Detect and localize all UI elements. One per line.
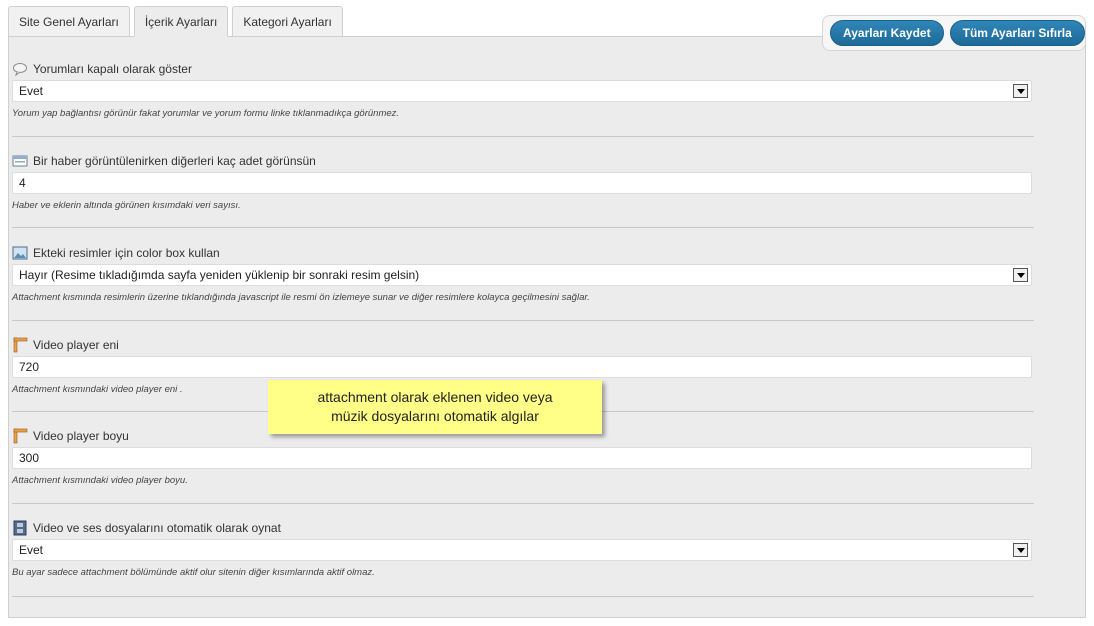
input-value: 4 [19, 176, 26, 190]
tab-site-general[interactable]: Site Genel Ayarları [8, 6, 130, 37]
sticky-note: attachment olarak eklenen video veya müz… [268, 380, 602, 434]
input-value: 720 [19, 360, 40, 374]
related-count-input[interactable]: 4 [12, 172, 1032, 194]
field-related-count: Bir haber görüntülenirken diğerleri kaç … [12, 152, 1032, 211]
select-value: Evet [19, 543, 44, 557]
chevron-down-icon[interactable] [1013, 84, 1028, 98]
select-value: Hayır (Resime tıkladığımda sayfa yeniden… [19, 268, 420, 282]
comments-closed-select[interactable]: Evet [12, 80, 1032, 102]
save-settings-button[interactable]: Ayarları Kaydet [830, 20, 944, 46]
colorbox-select[interactable]: Hayır (Resime tıkladığımda sayfa yeniden… [12, 264, 1032, 286]
chevron-down-icon[interactable] [1013, 543, 1028, 557]
field-comments-closed: Yorumları kapalı olarak göster Evet Yoru… [12, 60, 1032, 119]
divider [12, 596, 1034, 597]
comment-icon [13, 63, 27, 77]
field-description: Haber ve eklerin altında görünen kısımda… [12, 200, 241, 211]
divider [12, 503, 1034, 504]
field-video-height: Video player boyu 300 Attachment kısmınd… [12, 427, 1032, 486]
field-label: Yorumları kapalı olarak göster [33, 62, 192, 76]
tab-bar: Site Genel Ayarları İçerik Ayarları Kate… [8, 6, 343, 37]
field-description: Attachment kısmında resimlerin üzerine t… [12, 292, 590, 303]
note-line-2: müzik dosyalarını otomatik algılar [331, 408, 539, 424]
field-description: Yorum yap bağlantısı görünür fakat yorum… [12, 108, 400, 119]
divider [12, 320, 1034, 321]
select-value: Evet [19, 84, 44, 98]
film-icon [13, 520, 27, 536]
divider [12, 227, 1034, 228]
ruler-icon [13, 428, 28, 444]
ruler-icon [13, 337, 28, 353]
action-button-bar: Ayarları Kaydet Tüm Ayarları Sıfırla [822, 15, 1086, 51]
field-description: Attachment kısmındaki video player boyu. [12, 475, 188, 486]
reset-all-settings-button[interactable]: Tüm Ayarları Sıfırla [949, 20, 1085, 46]
note-line-1: attachment olarak eklenen video veya [317, 389, 553, 405]
autoplay-select[interactable]: Evet [12, 539, 1032, 561]
field-colorbox: Ekteki resimler için color box kullan Ha… [12, 244, 1032, 303]
field-label: Bir haber görüntülenirken diğerleri kaç … [33, 154, 316, 168]
field-autoplay: Video ve ses dosyalarını otomatik olarak… [12, 519, 1032, 578]
field-label: Ekteki resimler için color box kullan [33, 246, 220, 260]
field-description: Bu ayar sadece attachment bölümünde akti… [12, 567, 375, 578]
tab-category-settings[interactable]: Kategori Ayarları [232, 6, 343, 37]
tab-content-settings[interactable]: İçerik Ayarları [133, 6, 229, 37]
input-value: 300 [19, 451, 40, 465]
field-label: Video player eni [33, 338, 119, 352]
field-label: Video player boyu [33, 429, 129, 443]
video-width-input[interactable]: 720 [12, 356, 1032, 378]
video-height-input[interactable]: 300 [12, 447, 1032, 469]
chevron-down-icon[interactable] [1013, 268, 1028, 282]
field-label: Video ve ses dosyalarını otomatik olarak… [33, 521, 281, 535]
image-icon [12, 246, 28, 260]
window-icon [12, 155, 28, 167]
divider [12, 136, 1034, 137]
